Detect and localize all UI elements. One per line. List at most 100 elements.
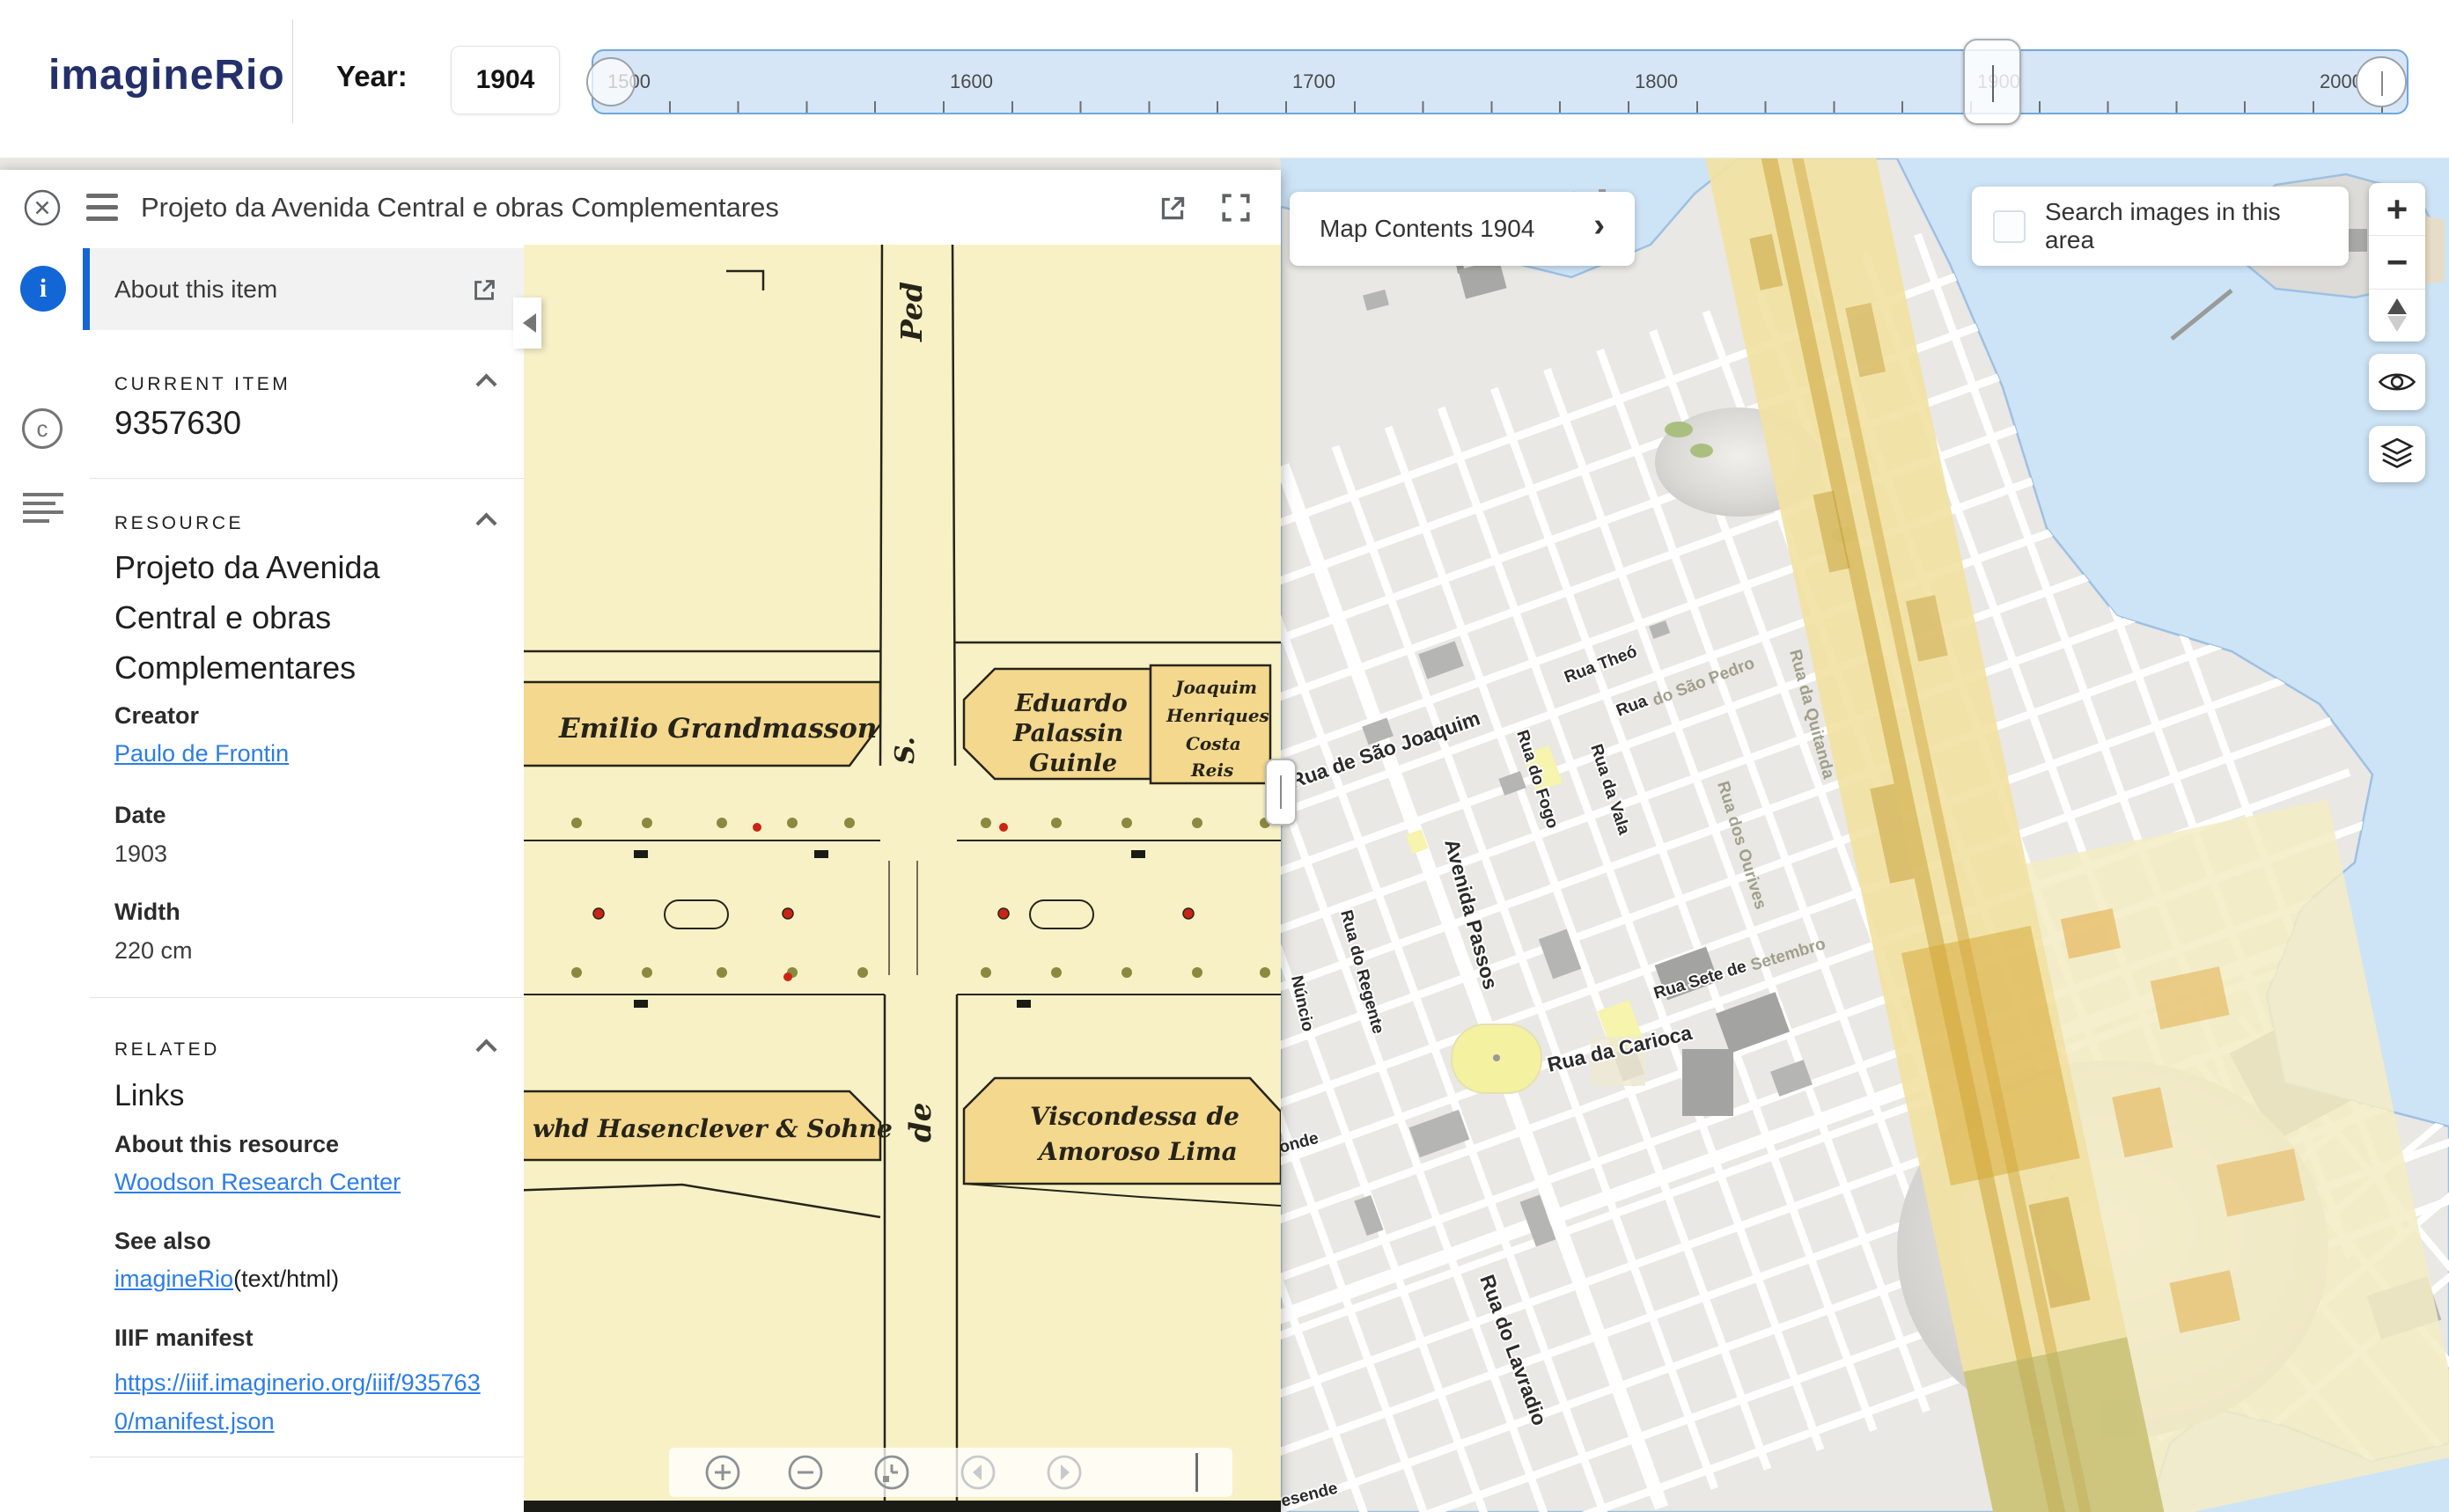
timeline-current-year-thumb[interactable]	[1963, 39, 2021, 125]
reset-zoom-icon	[873, 1454, 910, 1491]
current-item-id: 9357630	[114, 405, 241, 442]
search-area-checkbox[interactable]	[1993, 210, 2026, 243]
chevron-left-icon	[523, 313, 536, 333]
viewer-reset-zoom-button[interactable]	[873, 1454, 910, 1495]
toolbar-divider	[1195, 1453, 1198, 1492]
map-contents-button[interactable]: Map Contents 1904 ›	[1290, 192, 1635, 266]
creator-link[interactable]: Paulo de Frontin	[114, 740, 289, 767]
current-item-section-label: CURRENT ITEM	[114, 374, 290, 395]
drag-grip	[1280, 775, 1282, 809]
year-input[interactable]: 1904	[451, 46, 560, 114]
timeline-label-1700: 1700	[1292, 70, 1335, 93]
width-value: 220 cm	[114, 937, 193, 965]
plus-icon: +	[2386, 191, 2409, 228]
metadata-list-tab-button[interactable]	[23, 493, 63, 528]
fullscreen-button[interactable]	[1219, 191, 1253, 224]
about-resource-label: About this resource	[114, 1131, 339, 1158]
arrow-right-circle-icon	[1046, 1454, 1083, 1491]
woodson-research-center-link[interactable]: Woodson Research Center	[114, 1169, 401, 1196]
layers-icon	[2379, 435, 2416, 473]
manifest-url-link[interactable]: https://iiif.imaginerio.org/iiif/9357630…	[114, 1369, 481, 1435]
active-tab-indicator	[83, 248, 90, 330]
related-section-label: RELATED	[114, 1039, 220, 1061]
see-also-suffix: (text/html)	[233, 1266, 339, 1292]
parcel-label: Amoroso Lima	[1036, 1137, 1238, 1166]
collapse-related-chevron[interactable]	[475, 1039, 496, 1060]
viewer-header: Projeto da Avenida Central e obras Compl…	[0, 170, 1281, 245]
external-link-icon	[469, 275, 499, 305]
zoom-out-button[interactable]: −	[2369, 236, 2425, 289]
metadata-sidebar: About this item CURRENT ITEM 9357630 RES…	[90, 245, 524, 1512]
about-item-header[interactable]: About this item	[90, 248, 524, 330]
see-also-label: See also	[114, 1228, 211, 1255]
date-label: Date	[114, 802, 166, 829]
viewer-zoom-out-button[interactable]	[787, 1454, 824, 1495]
viewer-menu-button[interactable]	[86, 194, 118, 221]
zoom-in-button[interactable]: +	[2369, 183, 2425, 236]
compass-icon	[2387, 298, 2407, 332]
about-item-label: About this item	[114, 275, 277, 304]
imaginerio-logo[interactable]: imagineRio	[48, 51, 285, 99]
creator-label: Creator	[114, 702, 199, 730]
imaginerio-link[interactable]: imagineRio	[114, 1266, 233, 1292]
parcel-label: Guinle	[1029, 750, 1117, 777]
viewer-zoom-in-button[interactable]	[704, 1454, 741, 1495]
parcel-label: Emilio Grandmasson	[558, 713, 877, 745]
divider	[90, 478, 524, 479]
base-map-svg[interactable]: Rua de São Joaquim Rua Theó Rua Rua do F…	[1281, 158, 2449, 1512]
viewer-icon-rail: i c	[0, 245, 86, 1512]
search-area-control[interactable]: Search images in this area	[1972, 187, 2349, 266]
street-name-de: de	[903, 1103, 938, 1142]
copyright-tab-button[interactable]: c	[22, 408, 63, 449]
timeline-ticks	[602, 101, 2398, 113]
open-external-button[interactable]	[1156, 191, 1189, 224]
parcel-label: Palassin	[1012, 720, 1123, 747]
resource-section-label: RESOURCE	[114, 513, 244, 534]
map-canvas[interactable]: Rua de São Joaquim Rua Theó Rua Rua do F…	[1281, 158, 2449, 1512]
visibility-button[interactable]	[2369, 354, 2425, 410]
sheet-edge	[524, 1501, 1281, 1512]
street-name-s: S.	[890, 737, 921, 764]
width-label: Width	[114, 899, 180, 926]
parcel-label: Eduardo	[1014, 690, 1128, 717]
see-also-value: imagineRio(text/html)	[114, 1266, 339, 1293]
map-contents-label: Map Contents 1904	[1320, 215, 1534, 243]
info-tab-button[interactable]: i	[20, 266, 66, 312]
map-zoom-controls: + −	[2369, 183, 2425, 341]
manifest-url-wrap: https://iiif.imaginerio.org/iiif/9357630…	[114, 1363, 493, 1441]
minus-icon: −	[2386, 244, 2409, 281]
parcel-label: whd Hasenclever & Sohne	[533, 1114, 893, 1143]
historical-map-viewport[interactable]: Emilio Grandmasson Eduardo Palassin Guin…	[524, 245, 1281, 1512]
timeline-label-1800: 1800	[1635, 70, 1678, 93]
parcel-label: Viscondessa de	[1030, 1102, 1239, 1131]
collapse-current-item-chevron[interactable]	[475, 373, 496, 394]
collapse-resource-chevron[interactable]	[475, 512, 496, 533]
viewer-title: Projeto da Avenida Central e obras Compl…	[141, 192, 779, 224]
close-icon	[21, 187, 63, 229]
about-item-external-button[interactable]	[469, 275, 499, 305]
sidebar-collapse-tab[interactable]	[513, 297, 541, 349]
arrow-left-circle-icon	[960, 1454, 997, 1491]
historical-map-svg[interactable]: Emilio Grandmasson Eduardo Palassin Guin…	[524, 245, 1281, 1512]
viewer-toolbar	[669, 1448, 1232, 1497]
links-heading: Links	[114, 1079, 184, 1113]
viewer-previous-button[interactable]	[960, 1454, 997, 1495]
compass-button[interactable]	[2369, 290, 2425, 341]
divider	[292, 19, 293, 123]
parcel-label: Costa	[1186, 733, 1241, 754]
timeline-slider[interactable]: 1500 1600 1700 1800 1900 2000	[592, 49, 2409, 114]
close-viewer-button[interactable]	[21, 187, 63, 229]
parcel-label: Henriques	[1166, 705, 1269, 726]
parcel-label: Reis	[1190, 760, 1233, 781]
timeline-label-1600: 1600	[950, 70, 993, 93]
panel-resize-handle[interactable]	[1265, 759, 1297, 826]
layers-button[interactable]	[2369, 426, 2425, 482]
viewer-next-button[interactable]	[1046, 1454, 1083, 1495]
street-name-ped: Ped	[894, 282, 929, 342]
chevron-right-icon: ›	[1593, 209, 1605, 242]
minus-circle-icon	[787, 1454, 824, 1491]
timeline-range-end-handle[interactable]	[2356, 56, 2407, 107]
iiif-manifest-label: IIIF manifest	[114, 1325, 254, 1352]
timeline-range-start-handle[interactable]	[586, 57, 636, 106]
iiif-viewer-panel: Projeto da Avenida Central e obras Compl…	[0, 170, 1281, 1512]
